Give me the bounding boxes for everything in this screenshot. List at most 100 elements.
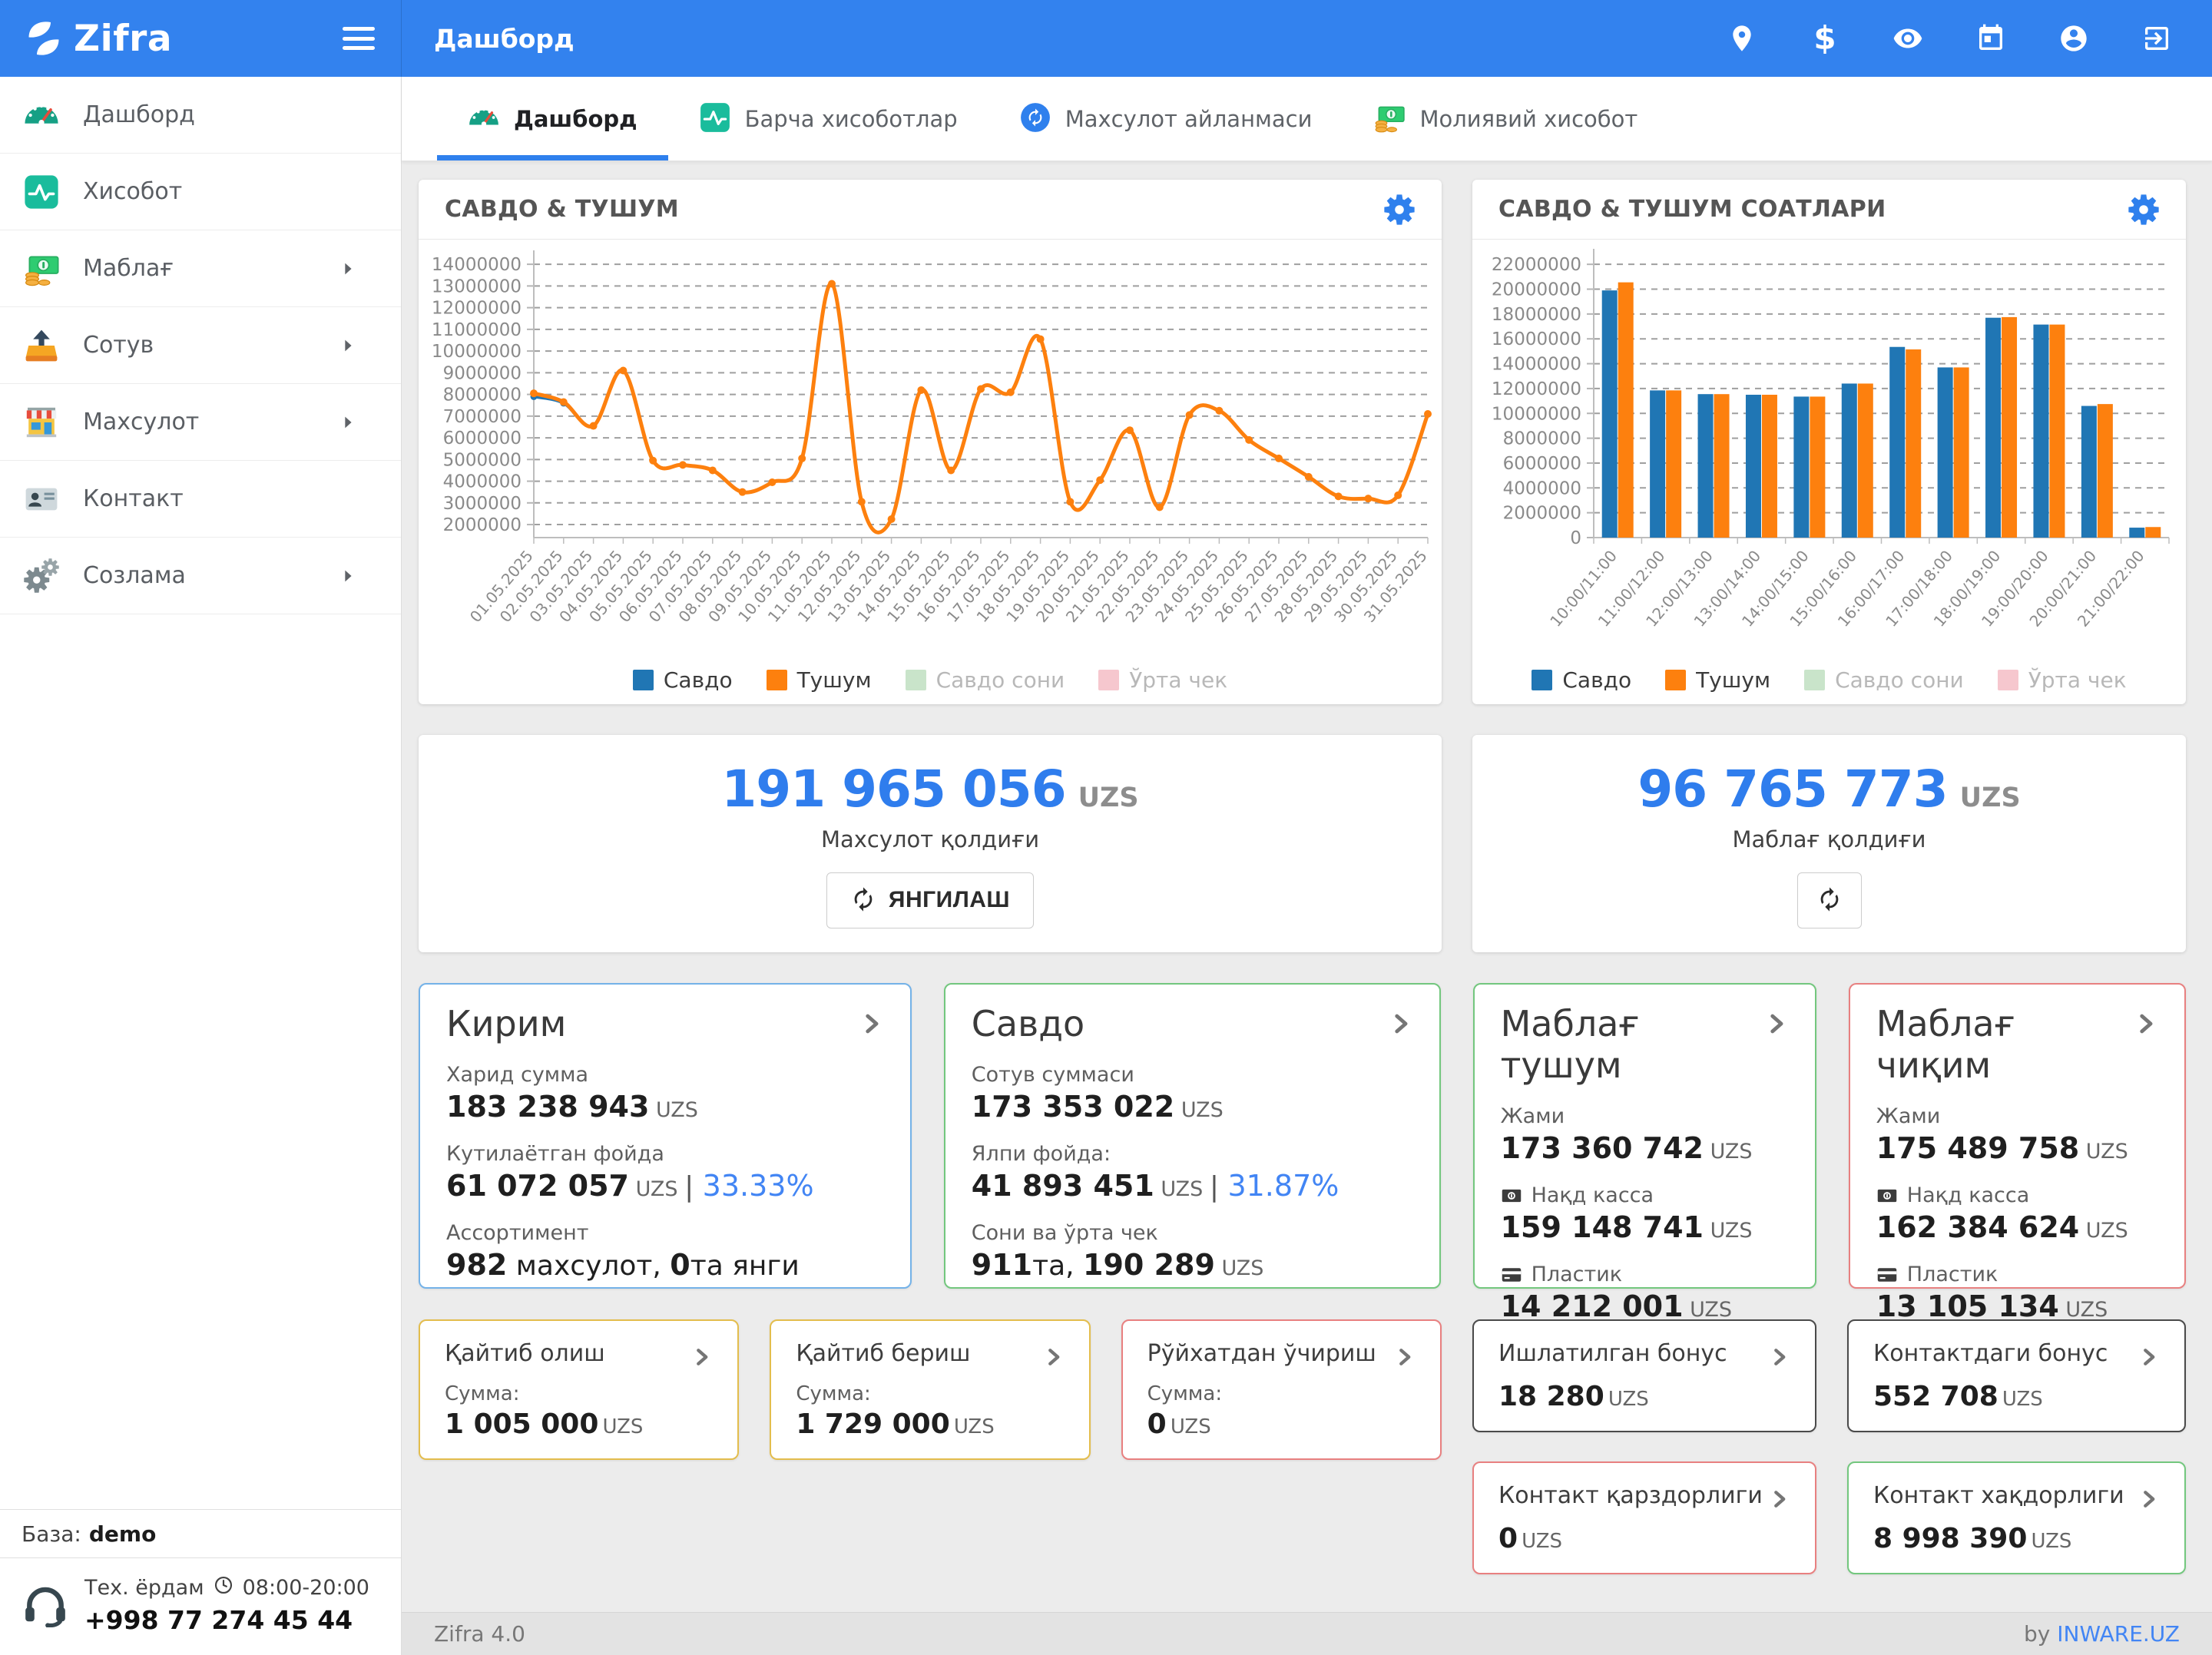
cash-icon <box>1876 1185 1898 1206</box>
refresh-money-balance-button[interactable] <box>1797 872 1862 928</box>
svg-text:14000000: 14000000 <box>1492 355 1581 375</box>
stat-label: Ялпи фойда: <box>972 1142 1413 1166</box>
chevron-right-icon <box>339 260 356 280</box>
chevron-right-icon[interactable] <box>2132 1011 2158 1037</box>
stat-row: Нақд касса159 148 741 UZS <box>1501 1183 1789 1244</box>
currency-icon[interactable]: $ <box>1808 22 1842 55</box>
tab-product-turnover[interactable]: Махсулот айланмаси <box>988 77 1343 161</box>
money-balance-label: Маблағ қолдиғи <box>1733 826 1926 852</box>
legend-swatch <box>1998 670 2018 690</box>
svg-text:16000000: 16000000 <box>1492 329 1581 349</box>
legend-swatch <box>1665 670 1686 690</box>
refresh-icon <box>850 886 876 915</box>
refresh-product-balance-button[interactable]: ЯНГИЛАШ <box>826 872 1034 928</box>
hourly-chart-card: САВДО & ТУШУМ СОАТЛАРИ 02000000400000060… <box>1472 180 2186 704</box>
menu-toggle-icon[interactable] <box>343 27 375 50</box>
card-title: Кирим <box>446 1003 566 1044</box>
amount-value: 8 998 390 UZS <box>1873 1523 2160 1554</box>
sidebar-item-report[interactable]: Хисобот <box>0 154 401 230</box>
tab-all-reports[interactable]: Барча хисоботлар <box>668 77 988 161</box>
info-card-mablag-chiqim: Маблағ чиқимЖами175 489 758 UZSНақд касс… <box>1849 983 2186 1289</box>
small-card-ishlatilgan-bonus: Ишлатилган бонус18 280 UZS <box>1472 1319 1816 1432</box>
legend-item-3[interactable]: Савдо сони <box>1804 667 1964 693</box>
legend-item-4[interactable]: Ўрта чек <box>1098 667 1227 693</box>
chevron-right-icon[interactable] <box>858 1011 884 1037</box>
location-icon[interactable] <box>1725 22 1759 55</box>
calendar-icon[interactable] <box>1974 22 2008 55</box>
sidebar-item-dashboard[interactable]: Дашборд <box>0 77 401 154</box>
card-title: Маблағ тушум <box>1501 1003 1763 1086</box>
page-title: Дашборд <box>434 24 575 54</box>
legend-swatch <box>767 670 787 690</box>
tab-label: Дашборд <box>514 106 637 132</box>
chevron-right-icon[interactable] <box>1041 1346 1065 1369</box>
legend-item-2[interactable]: Тушум <box>1665 667 1770 693</box>
card-title: Контактдаги бонус <box>1873 1340 2108 1367</box>
sidebar-item-label: Контакт <box>83 485 184 512</box>
chevron-right-icon[interactable] <box>1387 1011 1413 1037</box>
stat-value: 14 212 001 UZS <box>1501 1289 1789 1323</box>
dashboard-content: САВДО & ТУШУМ 20000003000000400000050000… <box>402 161 2212 1592</box>
sidebar-item-money[interactable]: Маблағ <box>0 230 401 307</box>
headset-icon <box>22 1580 69 1630</box>
chart-title: САВДО & ТУШУМ <box>445 196 679 223</box>
legend-item-1[interactable]: Савдо <box>633 667 733 693</box>
tab-label: Барча хисоботлар <box>745 106 958 132</box>
chart-settings-gear-icon[interactable] <box>1383 194 1416 226</box>
svg-text:4000000: 4000000 <box>1503 478 1581 498</box>
logout-icon[interactable] <box>2140 22 2174 55</box>
refresh-icon <box>1816 886 1843 915</box>
stat-value: 61 072 057 UZS | 33.33% <box>446 1169 884 1203</box>
sidebar-item-label: Сотув <box>83 332 154 359</box>
stat-label: Нақд касса <box>1501 1183 1789 1207</box>
clock-icon <box>214 1575 233 1600</box>
chevron-right-icon[interactable] <box>2137 1488 2160 1511</box>
sidebar-item-label: Созлама <box>83 562 186 589</box>
chevron-right-icon[interactable] <box>1763 1011 1789 1037</box>
sidebar: ДашбордХисоботМаблағ Сотув Махсулот Контакт… <box>0 77 402 1655</box>
inware-link[interactable]: INWARE.UZ <box>2057 1621 2180 1647</box>
svg-text:12000000: 12000000 <box>432 299 522 319</box>
sidebar-item-settings[interactable]: Созлама <box>0 538 401 614</box>
database-indicator: База: demo <box>0 1509 401 1558</box>
svg-text:13000000: 13000000 <box>432 276 522 296</box>
legend-item-3[interactable]: Савдо сони <box>906 667 1065 693</box>
small-card-qaytib-berish: Қайтиб беришСумма:1 729 000 UZS <box>770 1319 1090 1460</box>
chart-settings-gear-icon[interactable] <box>2128 194 2160 226</box>
gauge-icon <box>468 101 500 137</box>
account-icon[interactable] <box>2057 22 2091 55</box>
svg-text:18000000: 18000000 <box>1492 305 1581 325</box>
legend-item-1[interactable]: Савдо <box>1532 667 1631 693</box>
stat-label: Пластик <box>1876 1263 2158 1286</box>
card-title: Контакт хақдорлиги <box>1873 1482 2124 1509</box>
sidebar-item-product[interactable]: Махсулот <box>0 384 401 461</box>
chevron-right-icon[interactable] <box>690 1346 713 1369</box>
svg-text:7000000: 7000000 <box>443 407 522 427</box>
card-title: Маблағ чиқим <box>1876 1003 2132 1086</box>
amount-label: Сумма: <box>445 1382 713 1405</box>
svg-text:22000000: 22000000 <box>1492 255 1581 275</box>
tab-finance-report[interactable]: Молиявий хисобот <box>1343 77 1668 161</box>
tab-dashboard[interactable]: Дашборд <box>437 77 668 161</box>
stat-row: Жами175 489 758 UZS <box>1876 1104 2158 1165</box>
chart-legend: Савдо Тушум Савдо сони Ўрта чек <box>419 654 1442 705</box>
chevron-right-icon[interactable] <box>2137 1346 2160 1369</box>
sidebar-item-sales[interactable]: Сотув <box>0 307 401 384</box>
info-card-mablag-tushum: Маблағ тушумЖами173 360 742 UZSНақд касс… <box>1473 983 1816 1289</box>
visibility-icon[interactable] <box>1891 22 1925 55</box>
small-card-kontakt-qarzdorligi: Контакт қарздорлиги0 UZS <box>1472 1461 1816 1574</box>
sidebar-item-contact[interactable]: Контакт <box>0 461 401 538</box>
stat-label: Харид сумма <box>446 1063 884 1087</box>
svg-text:4000000: 4000000 <box>443 472 522 492</box>
tab-label: Молиявий хисобот <box>1419 106 1637 132</box>
chevron-right-icon[interactable] <box>1767 1346 1790 1369</box>
support-label: Тех. ёрдам <box>84 1576 204 1600</box>
chevron-right-icon[interactable] <box>1392 1346 1416 1369</box>
legend-item-2[interactable]: Тушум <box>767 667 872 693</box>
cash-icon <box>1501 1185 1522 1206</box>
legend-item-4[interactable]: Ўрта чек <box>1998 667 2127 693</box>
support-hours: 08:00-20:00 <box>243 1576 369 1600</box>
pulse-icon <box>699 101 731 137</box>
chevron-right-icon[interactable] <box>1767 1488 1790 1511</box>
money-balance-card: 96 765 773 UZS Маблағ қолдиғи <box>1472 735 2186 952</box>
